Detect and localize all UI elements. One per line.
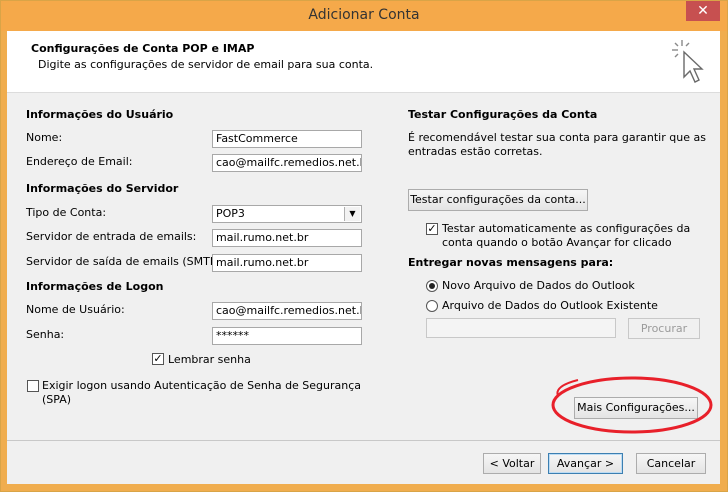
username-label: Nome de Usuário:: [26, 303, 125, 316]
email-field[interactable]: cao@mailfc.remedios.net.br: [212, 154, 362, 172]
incoming-server-label: Servidor de entrada de emails:: [26, 230, 197, 243]
auto-test-label: Testar automaticamente as configurações …: [442, 222, 691, 235]
test-description: É recomendável testar sua conta para gar…: [408, 131, 706, 144]
delivery-heading: Entregar novas mensagens para:: [408, 256, 614, 269]
cursor-click-icon: [672, 40, 704, 83]
existing-data-file-label: Arquivo de Dados do Outlook Existente: [442, 299, 658, 312]
browse-button[interactable]: Procurar: [628, 318, 700, 339]
radio-selected-dot: [429, 283, 435, 289]
close-button[interactable]: ✕: [686, 1, 720, 21]
chevron-down-icon[interactable]: ▼: [344, 207, 360, 221]
server-info-heading: Informações do Servidor: [26, 182, 179, 195]
spa-label-continued: (SPA): [42, 393, 72, 406]
window-title: Adicionar Conta: [308, 7, 420, 23]
test-description-continued: entradas estão corretas.: [408, 145, 543, 158]
new-data-file-label: Novo Arquivo de Dados do Outlook: [442, 279, 635, 292]
auto-test-checkbox[interactable]: ✓: [426, 223, 438, 235]
name-label: Nome:: [26, 131, 63, 144]
logon-info-heading: Informações de Logon: [26, 280, 164, 293]
incoming-server-field[interactable]: mail.rumo.net.br: [212, 229, 362, 247]
back-button[interactable]: < Voltar: [483, 453, 541, 474]
password-label: Senha:: [26, 328, 65, 341]
spa-checkbox[interactable]: [27, 380, 39, 392]
radio-new-data-file[interactable]: [426, 280, 438, 292]
cancel-button[interactable]: Cancelar: [636, 453, 706, 474]
outgoing-server-field[interactable]: mail.rumo.net.br: [212, 254, 362, 272]
next-button[interactable]: Avançar >: [548, 453, 623, 474]
footer-divider: [7, 440, 720, 441]
password-field[interactable]: ******: [212, 327, 362, 345]
radio-existing-data-file[interactable]: [426, 300, 438, 312]
page-subtitle: Digite as configurações de servidor de e…: [38, 58, 374, 71]
user-info-heading: Informações do Usuário: [26, 108, 174, 121]
email-label: Endereço de Email:: [26, 155, 133, 168]
account-type-select[interactable]: POP3 ▼: [212, 205, 362, 223]
test-settings-button[interactable]: Testar configurações da conta...: [408, 189, 588, 211]
username-field[interactable]: cao@mailfc.remedios.net.br: [212, 302, 362, 320]
outgoing-server-label: Servidor de saída de emails (SMTP):: [26, 255, 225, 268]
remember-password-label: Lembrar senha: [168, 353, 251, 366]
page-title: Configurações de Conta POP e IMAP: [31, 42, 255, 55]
name-field[interactable]: FastCommerce: [212, 130, 362, 148]
auto-test-label-continued: conta quando o botão Avançar for clicado: [442, 236, 672, 249]
account-type-value: POP3: [216, 207, 245, 220]
spa-label: Exigir logon usando Autenticação de Senh…: [42, 379, 362, 392]
remember-password-checkbox[interactable]: ✓: [152, 353, 164, 365]
data-file-path-field[interactable]: [426, 318, 616, 338]
test-settings-heading: Testar Configurações da Conta: [408, 108, 598, 121]
annotation-ellipse: [551, 376, 713, 434]
account-type-label: Tipo de Conta:: [26, 206, 107, 219]
